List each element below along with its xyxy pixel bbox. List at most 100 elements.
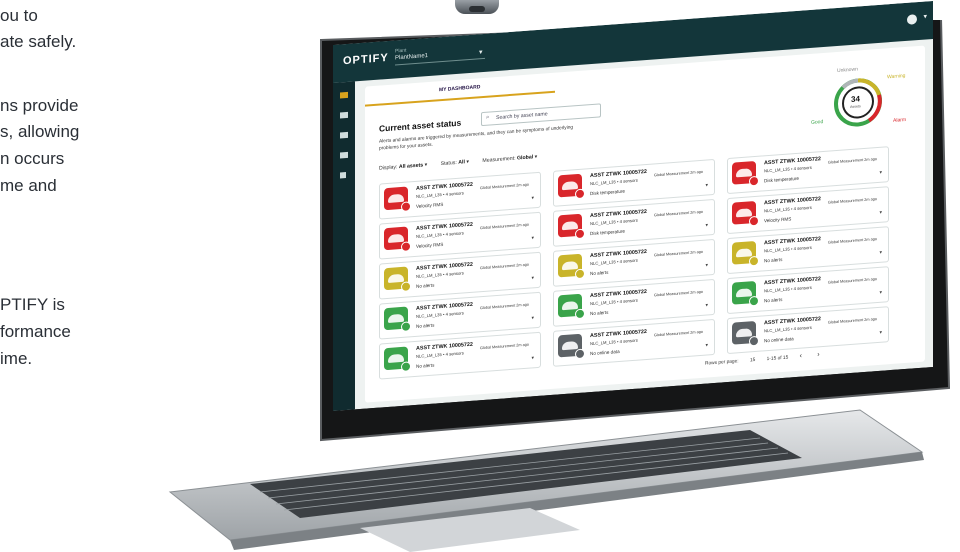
asset-card[interactable]: ASST ZTWK 10005722 NLC_LM_L35 • 4 sensors… [727,266,889,315]
asset-thumbnail [558,253,585,280]
status-dot-icon [575,188,585,200]
search-icon: ⌕ [486,114,490,121]
chevron-down-icon[interactable]: ▾ [705,302,708,308]
asset-icon [736,328,752,338]
asset-card[interactable]: ASST ZTWK 10005722 NLC_LM_L35 • 4 sensors… [727,186,889,235]
status-dot-icon [749,295,759,307]
chevron-down-icon[interactable]: ▾ [479,48,483,56]
asset-card[interactable]: ASST ZTWK 10005722 NLC_LM_L35 • 4 sensors… [553,318,715,367]
asset-card[interactable]: ASST ZTWK 10005722 NLC_LM_L35 • 4 sensors… [379,331,541,380]
asset-icon [388,193,404,203]
tab-my-dashboard[interactable]: MY DASHBOARD [439,84,480,93]
prev-page-icon[interactable]: ‹ [800,353,802,360]
asset-card[interactable]: ASST ZTWK 10005722 NLC_LM_L35 • 4 sensors… [727,226,889,275]
asset-alert: Disk temperature [590,228,625,237]
chevron-down-icon[interactable]: ▾ [879,290,882,296]
logout-icon[interactable] [340,172,346,179]
asset-thumbnail [732,160,759,187]
asset-card[interactable]: ASST ZTWK 10005722 NLC_LM_L35 • 4 sensors… [553,158,715,207]
asset-thumbnail [384,226,411,253]
status-dot-icon [575,228,585,240]
gauge-unit: Assets [850,104,861,110]
asset-card[interactable]: ASST ZTWK 10005722 NLC_LM_L35 • 4 sensors… [553,278,715,327]
pagination: Rows per page: 15 1-15 of 15 ‹ › [705,350,834,366]
optify-dashboard: OPTIFY Plant PlantName1 ▾ ▾ MY DASHBOARD… [333,0,933,412]
asset-name: ASST ZTWK 10005722 [590,168,647,180]
asset-icon [562,181,578,191]
asset-thumbnail [732,200,759,227]
asset-alert: No alerts [416,362,435,369]
asset-name: ASST ZTWK 10005722 [416,301,473,312]
asset-icon [562,261,578,271]
plant-label: Plant [395,47,407,55]
asset-name: ASST ZTWK 10005722 [764,156,821,167]
status-dot-icon [575,268,585,280]
status-dot-icon [401,321,411,333]
chevron-down-icon[interactable]: ▾ [531,235,534,241]
asset-card[interactable]: ASST ZTWK 10005722 NLC_LM_L35 • 4 sensors… [553,238,715,287]
asset-icon [562,221,578,231]
analytics-icon[interactable] [340,151,348,159]
asset-alert: Disk temperature [764,175,799,184]
asset-name: ASST ZTWK 10005722 [416,181,473,192]
asset-measurement: Global Measurement 2m ago [654,329,703,338]
asset-card[interactable]: ASST ZTWK 10005722 NLC_LM_L35 • 4 sensors… [727,146,889,195]
asset-meta: NLC_LM_L35 • 4 sensors [590,217,638,227]
chevron-down-icon[interactable]: ▾ [531,275,534,281]
chevron-down-icon[interactable]: ▾ [531,315,534,321]
asset-measurement: Global Measurement 2m ago [828,277,877,285]
tab-indicator [365,90,555,107]
asset-meta: NLC_LM_L35 • 4 sensors [590,337,638,347]
asset-icon [388,233,404,243]
asset-name: ASST ZTWK 10005722 [764,236,821,247]
search-input[interactable]: ⌕ Search by asset name [481,103,601,127]
legend-alarm: Alarm [893,116,907,124]
asset-icon [388,273,404,283]
chevron-down-icon[interactable]: ▾ [531,195,534,201]
filter-label: Status: [440,159,457,168]
asset-name: ASST ZTWK 10005722 [416,341,473,352]
chevron-down-icon[interactable]: ▾ [705,182,708,188]
rows-per-page-label: Rows per page: [705,359,739,367]
asset-thumbnail [558,293,585,320]
filter-display[interactable]: Display: All assets ▾ [379,162,427,172]
asset-measurement: Global Measurement 2m ago [480,222,529,231]
filter-label: Measurement: [482,155,516,165]
chevron-down-icon[interactable]: ▾ [705,222,708,228]
assets-icon[interactable] [340,111,348,119]
chevron-down-icon[interactable]: ▾ [879,250,882,256]
asset-thumbnail [384,266,411,293]
text-line: PTIFY is [0,295,65,314]
reports-icon[interactable] [340,131,348,139]
user-avatar-icon[interactable] [907,14,917,25]
text-line: ns provide [0,96,79,115]
chevron-down-icon[interactable]: ▾ [531,355,534,361]
plant-select[interactable]: PlantName1 [395,53,428,61]
chevron-down-icon[interactable]: ▾ [879,210,882,216]
filter-measurement[interactable]: Measurement: Global ▾ [482,154,537,164]
rows-per-page-select[interactable]: 15 [750,358,755,363]
filter-value: All [458,159,465,166]
dashboard-icon[interactable] [340,91,348,99]
chevron-down-icon[interactable]: ▾ [705,342,708,348]
asset-name: ASST ZTWK 10005722 [590,208,647,220]
chevron-down-icon[interactable]: ▾ [879,330,882,336]
filter-status[interactable]: Status: All ▾ [441,159,469,167]
asset-card[interactable]: ASST ZTWK 10005722 NLC_LM_L35 • 4 sensors… [553,198,715,247]
asset-icon [388,313,404,323]
asset-measurement: Global Measurement 2m ago [654,289,703,298]
asset-measurement: Global Measurement 2m ago [828,237,877,245]
laptop-screen: OPTIFY Plant PlantName1 ▾ ▾ MY DASHBOARD… [333,0,933,412]
asset-name: ASST ZTWK 10005722 [416,261,473,272]
asset-meta: NLC_LM_L35 • 4 sensors [764,324,812,334]
chevron-down-icon[interactable]: ▾ [923,12,927,20]
chevron-down-icon[interactable]: ▾ [705,262,708,268]
chevron-down-icon[interactable]: ▾ [879,170,882,176]
next-page-icon[interactable]: › [817,351,819,358]
asset-thumbnail [558,173,585,200]
asset-alert: Velocity RMS [416,201,444,209]
asset-card[interactable]: ASST ZTWK 10005722 NLC_LM_L35 • 4 sensors… [727,306,889,355]
asset-measurement: Global Measurement 2m ago [480,302,529,311]
text-line: s, allowing [0,122,80,141]
asset-name: ASST ZTWK 10005722 [590,288,647,300]
